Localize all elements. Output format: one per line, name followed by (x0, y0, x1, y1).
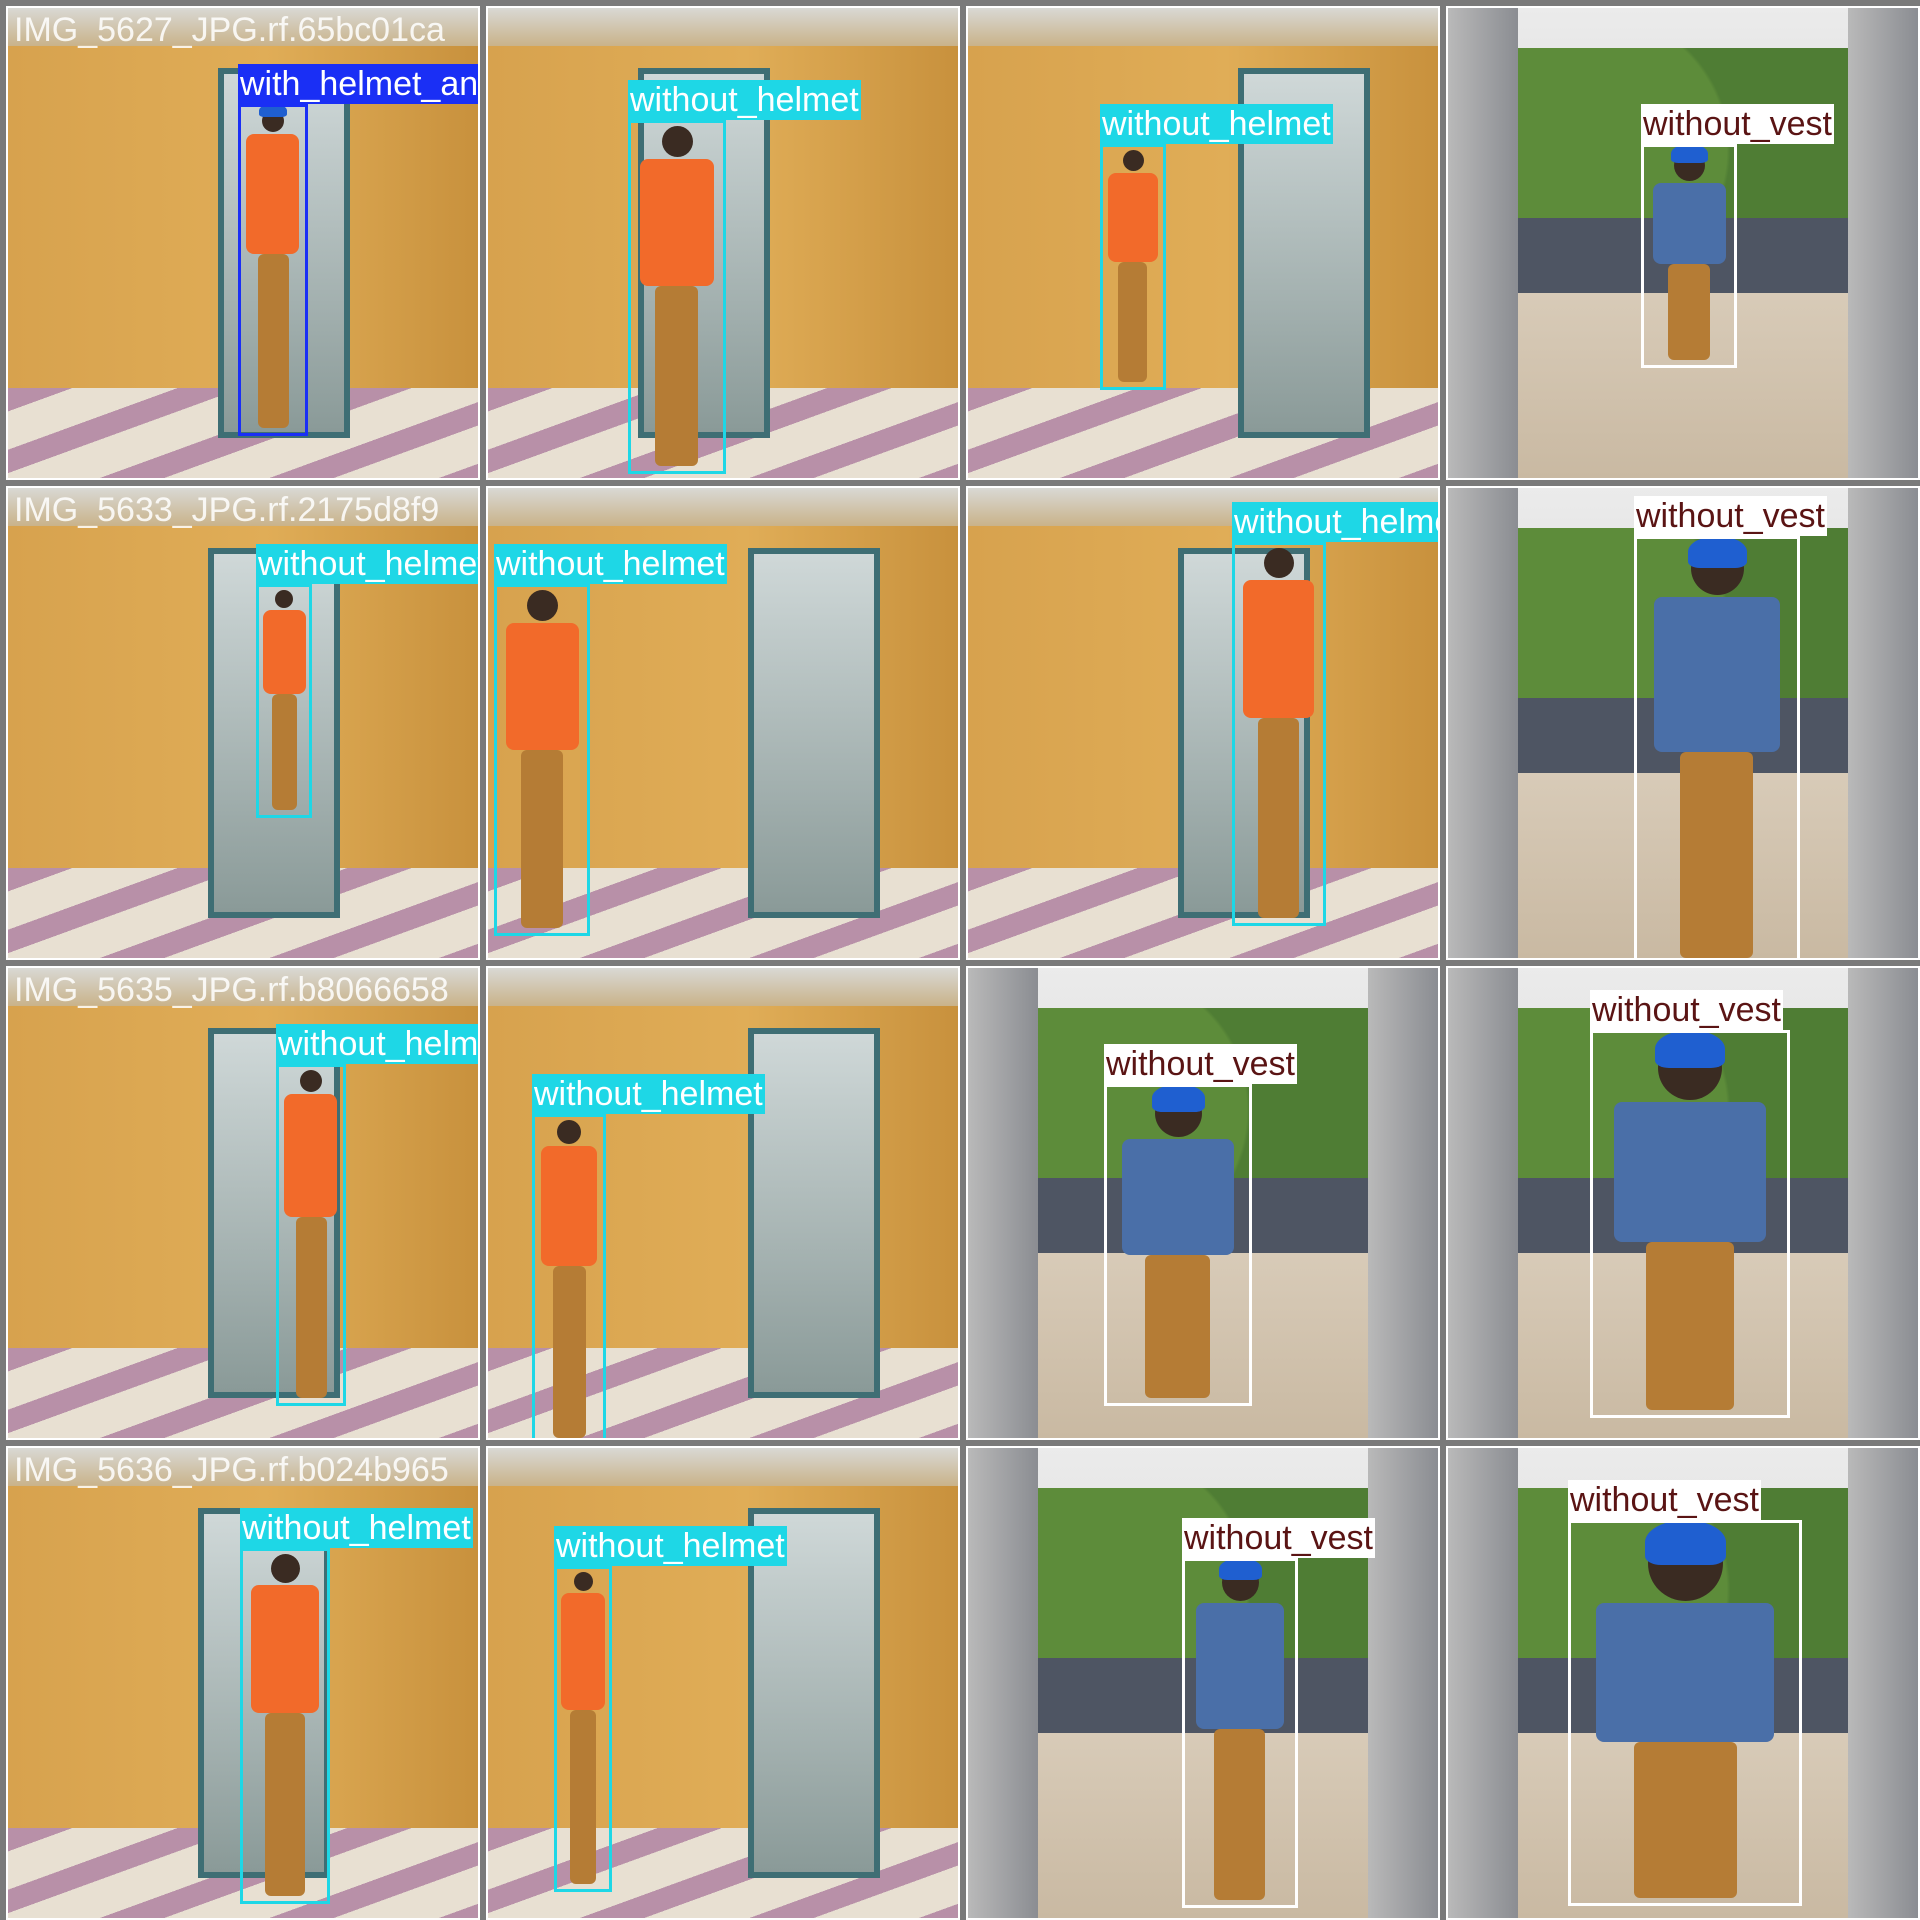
detection-box (628, 120, 726, 474)
detection-box (494, 584, 590, 936)
image-tile: without_helmet (486, 1446, 960, 1920)
scene-pillar (968, 1448, 1038, 1918)
image-filename: IMG_5633_JPG.rf.2175d8f9 (14, 491, 440, 529)
class-label: without_vest (1104, 1044, 1297, 1084)
image-tile: without_vest (966, 1446, 1440, 1920)
image-tile: without_vest (1446, 966, 1920, 1440)
image-tile: without_helmet (486, 6, 960, 480)
class-label: without_helmet (1232, 502, 1438, 542)
class-label: with_helmet_and_vest (238, 64, 478, 104)
scene-pillar (1448, 488, 1518, 958)
scene-pillar (1448, 8, 1518, 478)
detection-box (1182, 1558, 1298, 1908)
scene-pillar (1448, 1448, 1518, 1918)
detection-box (256, 584, 312, 818)
detection-box (1100, 144, 1166, 390)
image-filename: IMG_5636_JPG.rf.b024b965 (14, 1451, 449, 1489)
image-tile: without_helmet IMG_5635_JPG.rf.b8066658 (6, 966, 480, 1440)
scene-pillar (968, 968, 1038, 1438)
scene-pillar (1848, 8, 1918, 478)
scene-pillar (1848, 488, 1918, 958)
class-label: without_vest (1634, 496, 1827, 536)
image-tile: without_helmet IMG_5636_JPG.rf.b024b965 (6, 1446, 480, 1920)
image-tile: without_helmet (966, 6, 1440, 480)
scene-ceiling (488, 488, 958, 526)
class-label: without_helmet (628, 80, 861, 120)
class-label: without_vest (1182, 1518, 1375, 1558)
class-label: without_helmet (256, 544, 478, 584)
detection-box (554, 1566, 612, 1892)
scene-ceiling (488, 8, 958, 46)
class-label: without_helmet (532, 1074, 765, 1114)
detection-box (240, 1548, 330, 1904)
detection-box (276, 1064, 346, 1406)
corridor-scene (968, 8, 1438, 478)
image-tile: with_helmet_and_vest IMG_5627_JPG.rf.65bc… (6, 6, 480, 480)
image-filename: IMG_5635_JPG.rf.b8066658 (14, 971, 449, 1009)
scene-pillar (1848, 968, 1918, 1438)
class-label: without_helmet (276, 1024, 478, 1064)
detection-box (1590, 1030, 1790, 1418)
image-tile: without_vest (1446, 486, 1920, 960)
image-filename: IMG_5627_JPG.rf.65bc01ca (14, 11, 445, 49)
image-tile: without_helmet (966, 486, 1440, 960)
detection-box (1568, 1520, 1802, 1906)
scene-pillar (1848, 1448, 1918, 1918)
class-label: without_vest (1590, 990, 1783, 1030)
image-tile: without_vest (1446, 1446, 1920, 1920)
image-tile: without_helmet IMG_5633_JPG.rf.2175d8f9 (6, 486, 480, 960)
detection-box (1232, 542, 1326, 926)
image-tile: without_vest (966, 966, 1440, 1440)
scene-pillar (1368, 968, 1438, 1438)
scene-pillar (1448, 968, 1518, 1438)
scene-pillar (1368, 1448, 1438, 1918)
scene-ceiling (488, 1448, 958, 1486)
class-label: without_vest (1568, 1480, 1761, 1520)
class-label: without_helmet (554, 1526, 787, 1566)
detection-box (1641, 144, 1737, 368)
detection-box (1634, 536, 1800, 958)
detection-box (238, 104, 308, 436)
detection-mosaic: with_helmet_and_vest IMG_5627_JPG.rf.65bc… (0, 0, 1920, 1920)
image-tile: without_vest (1446, 6, 1920, 480)
detection-box (1104, 1084, 1252, 1406)
class-label: without_vest (1641, 104, 1834, 144)
scene-doorway (748, 548, 880, 918)
image-tile: without_helmet (486, 486, 960, 960)
scene-ceiling (488, 968, 958, 1006)
class-label: without_helmet (494, 544, 727, 584)
class-label: without_helmet (1100, 104, 1333, 144)
detection-box (532, 1114, 606, 1438)
class-label: without_helmet (240, 1508, 473, 1548)
corridor-scene (968, 488, 1438, 958)
scene-ceiling (968, 8, 1438, 46)
scene-doorway (748, 1028, 880, 1398)
image-tile: without_helmet (486, 966, 960, 1440)
